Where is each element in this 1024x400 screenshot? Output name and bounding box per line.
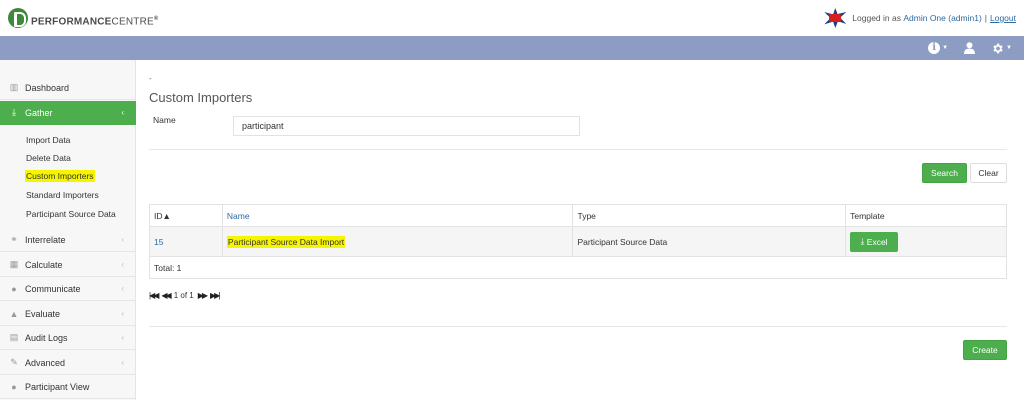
info-icon: i: [928, 42, 941, 54]
top-bar: PERFORMANCECENTRE® Logged in as Admin On…: [0, 0, 1024, 36]
chevron-left-icon: ‹: [121, 284, 124, 293]
user-name-link[interactable]: Admin One (admin1): [903, 13, 981, 23]
create-button[interactable]: Create: [963, 340, 1007, 360]
column-header-template: Template: [845, 204, 1007, 227]
sidebar-item-label: Calculate: [25, 259, 63, 270]
user-icon: ●: [11, 381, 17, 392]
column-header-name[interactable]: Name: [221, 204, 574, 227]
brand-logo[interactable]: PERFORMANCECENTRE®: [8, 5, 159, 31]
thumbs-up-icon: ▲: [9, 308, 19, 319]
download-icon: ⤓: [12, 107, 16, 117]
last-page-icon[interactable]: ▶▶|: [210, 291, 220, 300]
row-name-link[interactable]: Participant Source Data Import: [226, 235, 346, 248]
link-icon: ⚭: [10, 234, 18, 244]
name-filter-label: Name: [153, 115, 176, 125]
separator: |: [984, 13, 987, 23]
breadcrumb: -: [149, 74, 152, 83]
row-name-cell: Participant Source Data Import: [221, 226, 574, 257]
chevron-left-icon: ‹: [121, 333, 124, 342]
pagination: |◀◀ ◀◀ 1 of 1 ▶▶ ▶▶|: [149, 291, 221, 300]
user-icon: [964, 42, 976, 54]
user-menu[interactable]: [964, 42, 976, 54]
table-total-row: Total: 1: [149, 256, 1007, 279]
sidebar-item-advanced[interactable]: ✎ Advanced ‹: [0, 351, 136, 375]
sidebar-item-label: Evaluate: [25, 308, 61, 319]
importers-table: ID▲ Name Type Template 15 Participant So…: [149, 204, 1007, 279]
comments-icon: ●: [11, 283, 17, 294]
excel-download-button[interactable]: ⤓ Excel: [850, 231, 899, 252]
settings-menu[interactable]: ▼: [991, 42, 1012, 55]
logout-link[interactable]: Logout: [990, 13, 1016, 23]
sidebar-item-dashboard[interactable]: ▥ Dashboard: [0, 76, 136, 100]
table-row: 15 Participant Source Data Import Partic…: [149, 226, 1007, 257]
sidebar-item-label: Gather: [25, 107, 53, 118]
info-menu[interactable]: i ▼: [928, 42, 948, 54]
gear-icon: [993, 43, 1003, 53]
chevron-left-icon: ‹: [121, 235, 124, 244]
search-button[interactable]: Search: [922, 163, 967, 183]
sidebar-item-label: Participant View: [25, 381, 90, 392]
sidebar-item-label: Audit Logs: [25, 332, 68, 343]
sidebar-item-audit-logs[interactable]: ▤ Audit Logs ‹: [0, 326, 136, 350]
brand-name: PERFORMANCECENTRE®: [31, 16, 159, 28]
sidebar-item-label: Communicate: [25, 283, 81, 294]
sidebar-subitem-participant-source-data[interactable]: Participant Source Data: [26, 209, 116, 219]
sidebar-subitem-delete-data[interactable]: Delete Data: [26, 153, 71, 163]
first-page-icon[interactable]: |◀◀: [149, 291, 159, 300]
page-indicator: 1 of 1: [173, 291, 194, 300]
sidebar: ▥ Dashboard ⤓ Gather ‹ Import Data Delet…: [0, 60, 136, 400]
column-header-id[interactable]: ID▲: [149, 204, 223, 227]
chevron-left-icon: ‹: [121, 260, 124, 269]
page-title: Custom Importers: [149, 90, 253, 105]
row-type-cell: Participant Source Data: [572, 226, 847, 257]
brand-mark-icon: [8, 8, 28, 28]
file-icon: ▤: [9, 332, 19, 342]
total-count: Total: 1: [149, 256, 1007, 279]
sidebar-item-evaluate[interactable]: ▲ Evaluate ‹: [0, 302, 136, 326]
prev-page-icon[interactable]: ◀◀: [161, 291, 171, 300]
sidebar-subitem-custom-importers[interactable]: Custom Importers: [25, 170, 95, 182]
sidebar-item-calculate[interactable]: ▦ Calculate ‹: [0, 253, 136, 277]
name-filter-input[interactable]: [233, 116, 580, 136]
column-header-type: Type: [572, 204, 847, 227]
sidebar-item-label: Dashboard: [25, 82, 70, 93]
sidebar-item-interrelate[interactable]: ⚭ Interrelate ‹: [0, 228, 136, 252]
sidebar-item-participant-view[interactable]: ● Participant View: [0, 375, 136, 399]
divider: [149, 326, 1007, 327]
sidebar-item-communicate[interactable]: ● Communicate ‹: [0, 277, 136, 301]
chevron-left-icon: ‹: [121, 358, 124, 367]
next-page-icon[interactable]: ▶▶: [198, 291, 208, 300]
sidebar-subitem-import-data[interactable]: Import Data: [26, 135, 70, 145]
sidebar-subitem-standard-importers[interactable]: Standard Importers: [26, 190, 99, 200]
row-id-link[interactable]: 15: [149, 226, 223, 257]
sidebar-item-label: Interrelate: [25, 234, 66, 245]
sidebar-item-gather[interactable]: ⤓ Gather ‹: [0, 101, 136, 125]
wrench-icon: ✎: [10, 357, 18, 367]
table-header-row: ID▲ Name Type Template: [149, 204, 1007, 227]
chevron-left-icon: ‹: [121, 309, 124, 318]
excel-button-label: Excel: [866, 236, 888, 247]
user-info: Logged in as Admin One (admin1) | Logout: [824, 8, 1016, 28]
main-content: - Custom Importers Name Search Clear ID▲…: [137, 60, 1024, 400]
nav-strip: i ▼ ▼: [0, 36, 1024, 60]
row-template-cell: ⤓ Excel: [845, 226, 1007, 257]
chevron-left-icon: ‹: [121, 108, 124, 117]
logged-in-prefix: Logged in as: [852, 13, 901, 23]
clear-button[interactable]: Clear: [970, 163, 1007, 183]
avatar[interactable]: [824, 8, 847, 28]
chart-icon: ▥: [9, 82, 19, 92]
table-icon: ▦: [9, 259, 19, 269]
sidebar-item-label: Advanced: [25, 357, 66, 368]
divider: [149, 149, 1007, 150]
